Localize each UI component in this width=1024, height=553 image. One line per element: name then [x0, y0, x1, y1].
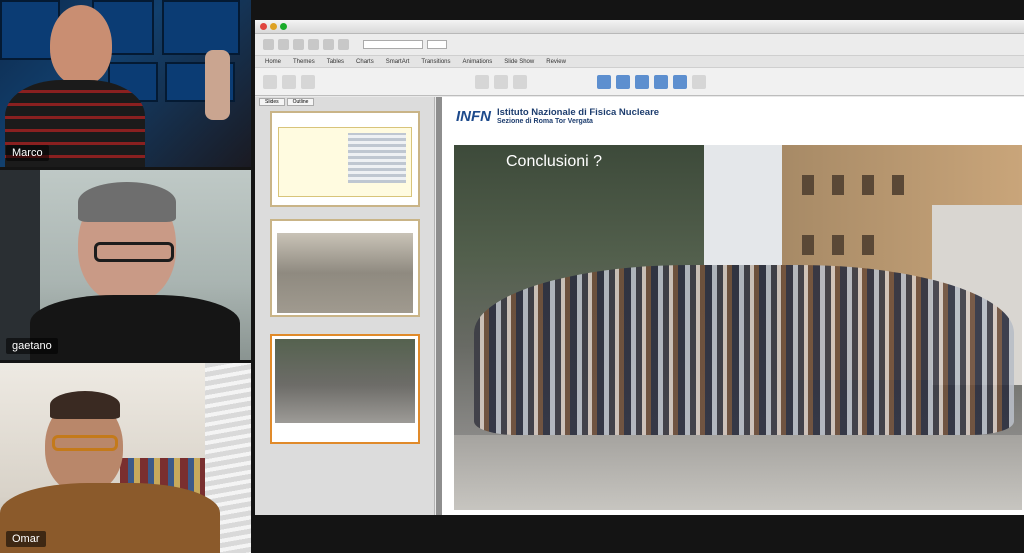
- tab-outline[interactable]: Outline: [286, 98, 315, 106]
- slide-editor[interactable]: INFN Istituto Nazionale di Fisica Nuclea…: [436, 97, 1024, 515]
- arrange-icon[interactable]: [654, 74, 668, 89]
- quick-styles-icon[interactable]: [673, 74, 687, 89]
- ribbon-toolbar: [255, 68, 1024, 96]
- thumbnail-photo: [277, 233, 413, 313]
- new-slide-icon[interactable]: [263, 74, 277, 89]
- standard-toolbar: [255, 34, 1024, 56]
- window-controls: [260, 23, 287, 30]
- close-icon[interactable]: [260, 23, 267, 30]
- tab-charts[interactable]: Charts: [356, 56, 374, 67]
- slide-title: Conclusioni ?: [506, 153, 603, 170]
- textbox-icon[interactable]: [635, 74, 649, 89]
- tab-review[interactable]: Review: [546, 56, 566, 67]
- participant-tile-marco[interactable]: Marco: [0, 0, 251, 167]
- print-icon[interactable]: [308, 39, 319, 50]
- tab-smartart[interactable]: SmartArt: [386, 56, 410, 67]
- video-call-screen: Marco gaetano Omar Home Themes Tables Ch…: [0, 0, 1024, 553]
- participant-name: Marco: [6, 145, 49, 161]
- participant-tile-omar[interactable]: Omar: [0, 363, 251, 553]
- glasses: [94, 242, 174, 262]
- participant-name: gaetano: [6, 338, 58, 354]
- tab-home[interactable]: Home: [265, 56, 281, 67]
- tab-slides[interactable]: Slides: [259, 98, 285, 106]
- participant-hair: [50, 391, 120, 419]
- slide-header: INFN Istituto Nazionale di Fisica Nuclea…: [456, 107, 659, 125]
- tab-slide-show[interactable]: Slide Show: [504, 56, 534, 67]
- slide-thumbnail[interactable]: [270, 219, 420, 317]
- org-name: Istituto Nazionale di Fisica Nucleare: [497, 107, 660, 118]
- section-icon[interactable]: [301, 74, 315, 89]
- font-field[interactable]: [363, 40, 423, 49]
- undo-icon[interactable]: [323, 39, 334, 50]
- photo-crowd: [474, 265, 1014, 435]
- photo-sky: [704, 145, 784, 265]
- org-section: Sezione di Roma Tor Vergata: [497, 118, 593, 125]
- infn-logo: INFN: [456, 107, 491, 125]
- new-icon[interactable]: [263, 39, 274, 50]
- minimize-icon[interactable]: [270, 23, 277, 30]
- group-photo: Conclusioni ?: [454, 145, 1022, 510]
- layout-icon[interactable]: [282, 74, 296, 89]
- bold-icon[interactable]: [494, 74, 508, 89]
- picture-icon[interactable]: [616, 74, 630, 89]
- presentation-window[interactable]: Home Themes Tables Charts SmartArt Trans…: [255, 20, 1024, 515]
- participant-tile-gaetano[interactable]: gaetano: [0, 170, 251, 360]
- slide-thumbnail-pane: Slides Outline: [255, 97, 435, 515]
- tab-themes[interactable]: Themes: [293, 56, 315, 67]
- play-icon[interactable]: [692, 74, 706, 89]
- save-icon[interactable]: [293, 39, 304, 50]
- window-titlebar[interactable]: [255, 20, 1024, 34]
- thumb-tabs: Slides Outline: [255, 97, 434, 107]
- open-icon[interactable]: [278, 39, 289, 50]
- slide-thumbnail[interactable]: [270, 111, 420, 207]
- redo-icon[interactable]: [338, 39, 349, 50]
- background-monitor: [162, 0, 240, 55]
- participant-body: [30, 295, 240, 360]
- text-color-icon[interactable]: [475, 74, 489, 89]
- font-size-field[interactable]: [427, 40, 447, 49]
- org-text: Istituto Nazionale di Fisica Nucleare Se…: [497, 107, 659, 125]
- shape-icon[interactable]: [597, 74, 611, 89]
- microphone: [205, 50, 230, 120]
- participant-hair: [78, 182, 176, 222]
- current-slide[interactable]: INFN Istituto Nazionale di Fisica Nuclea…: [442, 97, 1024, 515]
- slide-thumbnail-selected[interactable]: [270, 334, 420, 444]
- tab-tables[interactable]: Tables: [327, 56, 344, 67]
- thumbnail-photo: [275, 339, 415, 423]
- photo-ground: [454, 435, 1022, 510]
- tab-transitions[interactable]: Transitions: [421, 56, 450, 67]
- thumbnail-figure: [348, 133, 406, 183]
- participant-name: Omar: [6, 531, 46, 547]
- ribbon-tabs: Home Themes Tables Charts SmartArt Trans…: [255, 56, 1024, 68]
- glasses: [52, 435, 118, 451]
- tab-animations[interactable]: Animations: [463, 56, 493, 67]
- zoom-icon[interactable]: [280, 23, 287, 30]
- participant-head: [50, 5, 112, 85]
- italic-icon[interactable]: [513, 74, 527, 89]
